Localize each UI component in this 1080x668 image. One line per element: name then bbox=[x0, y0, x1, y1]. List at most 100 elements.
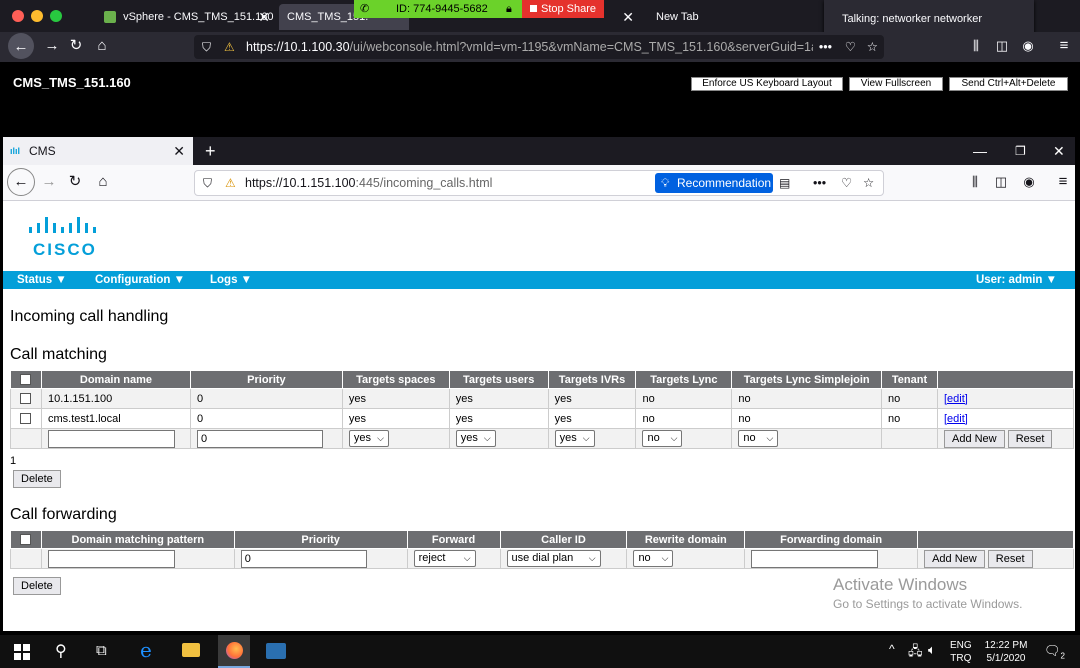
caller-id-select[interactable]: use dial plan ⌵ bbox=[506, 550, 601, 567]
firefox-taskbar-button[interactable] bbox=[218, 635, 250, 668]
stop-share-button[interactable]: Stop Share bbox=[522, 0, 604, 18]
select-all-checkbox[interactable] bbox=[20, 534, 32, 546]
enforce-keyboard-button[interactable]: Enforce US Keyboard Layout bbox=[691, 77, 843, 91]
priority-input[interactable]: 0 bbox=[196, 429, 323, 448]
menu-icon[interactable]: ≡ bbox=[1053, 165, 1073, 199]
delete-button[interactable]: Delete bbox=[13, 470, 61, 488]
library-icon[interactable]: ⫼ bbox=[966, 32, 986, 60]
column-header[interactable]: Targets IVRs bbox=[547, 370, 637, 389]
close-window-button[interactable] bbox=[12, 10, 24, 22]
search-icon[interactable]: ⚲ bbox=[55, 641, 67, 661]
bookmark-star-icon[interactable]: ☆ bbox=[863, 171, 874, 195]
menu-configuration[interactable]: Configuration ▼ bbox=[95, 271, 185, 289]
task-view-icon[interactable]: ⧉ bbox=[96, 642, 107, 659]
edit-link[interactable]: [edit] bbox=[944, 413, 968, 425]
minimize-window-button[interactable] bbox=[31, 10, 43, 22]
back-icon[interactable]: ← bbox=[8, 33, 34, 59]
close-icon[interactable]: ✕ bbox=[1053, 137, 1065, 165]
minimize-icon[interactable]: — bbox=[973, 137, 987, 165]
forward-icon[interactable]: → bbox=[42, 32, 62, 60]
chevron-up-icon[interactable]: ^ bbox=[889, 642, 895, 656]
user-menu[interactable]: User: admin ▼ bbox=[976, 271, 1057, 289]
home-icon[interactable]: ⌂ bbox=[93, 165, 113, 199]
priority-input[interactable]: 0 bbox=[240, 549, 367, 568]
recommendation-button[interactable]: 💡︎ Recommendation bbox=[655, 173, 773, 193]
edit-link[interactable]: [edit] bbox=[944, 393, 968, 405]
column-header[interactable]: Priority bbox=[233, 530, 408, 549]
windows-start-icon[interactable] bbox=[14, 644, 30, 660]
close-tab-icon[interactable]: ✕ bbox=[173, 137, 185, 165]
account-icon[interactable]: ◉ bbox=[1019, 165, 1039, 199]
network-icon[interactable]: 🖧︎ bbox=[908, 642, 923, 664]
library-icon[interactable]: ⫼ bbox=[965, 165, 985, 199]
file-explorer-icon[interactable] bbox=[182, 643, 200, 657]
outer-tab-newtab[interactable]: New Tab bbox=[648, 4, 828, 30]
menu-icon[interactable]: ≡ bbox=[1054, 32, 1074, 60]
column-header[interactable]: Forward bbox=[406, 530, 501, 549]
reader-view-icon[interactable]: ▤ bbox=[779, 171, 790, 195]
forwarding-domain-input[interactable] bbox=[751, 549, 879, 568]
rewrite-domain-select[interactable]: no ⌵ bbox=[633, 550, 674, 567]
reload-icon[interactable]: ↻ bbox=[66, 32, 86, 60]
sidebar-icon[interactable]: ◫ bbox=[991, 165, 1011, 199]
column-header[interactable]: Caller ID bbox=[499, 530, 628, 549]
reset-button[interactable]: Reset bbox=[1007, 429, 1053, 448]
edge-icon[interactable]: e bbox=[140, 638, 152, 662]
domain-pattern-input[interactable] bbox=[47, 549, 175, 568]
targets-lync-simplejoin-select[interactable]: no ⌵ bbox=[738, 430, 779, 447]
delete-button[interactable]: Delete bbox=[13, 577, 61, 595]
home-icon[interactable]: ⌂ bbox=[92, 32, 112, 60]
column-header[interactable]: Tenant bbox=[881, 370, 938, 389]
clock[interactable]: 12:22 PM 5/1/2020 bbox=[978, 639, 1034, 665]
column-header[interactable]: Priority bbox=[189, 370, 343, 389]
outer-url-bar[interactable]: ⛉ ⚠ https://10.1.100.30/ui/webconsole.ht… bbox=[194, 35, 884, 59]
close-tab-icon[interactable]: ✕ bbox=[258, 4, 270, 30]
inner-url-bar[interactable]: ⛉ ⚠ https://10.1.151.100:445/incoming_ca… bbox=[194, 170, 884, 196]
page-actions-icon[interactable]: ••• bbox=[812, 35, 832, 59]
add-new-button[interactable]: Add New bbox=[924, 549, 985, 568]
send-ctrl-alt-delete-button[interactable]: Send Ctrl+Alt+Delete bbox=[949, 77, 1068, 91]
bookmark-star-icon[interactable]: ☆ bbox=[866, 35, 878, 59]
zoom-window-button[interactable] bbox=[50, 10, 62, 22]
reset-button[interactable]: Reset bbox=[987, 549, 1033, 568]
add-new-button[interactable]: Add New bbox=[943, 429, 1005, 448]
domain-name-input[interactable] bbox=[47, 429, 175, 448]
targets-users-select[interactable]: yes ⌵ bbox=[455, 430, 496, 447]
pocket-icon[interactable]: ♡ bbox=[841, 171, 852, 195]
outer-tab-vsphere[interactable]: vSphere - CMS_TMS_151.160 ✕ bbox=[96, 4, 276, 30]
targets-ivrs-select[interactable]: yes ⌵ bbox=[554, 430, 595, 447]
targets-lync-select[interactable]: no ⌵ bbox=[642, 430, 683, 447]
pocket-icon[interactable]: ♡ bbox=[844, 35, 856, 59]
close-tab-icon[interactable]: ✕ bbox=[622, 4, 634, 30]
account-icon[interactable]: ◉ bbox=[1018, 32, 1038, 60]
notifications-icon[interactable]: 🗨︎2 bbox=[1044, 643, 1065, 661]
row-checkbox[interactable] bbox=[20, 393, 32, 405]
menu-status[interactable]: Status ▼ bbox=[17, 271, 67, 289]
column-header[interactable]: Domain name bbox=[40, 370, 191, 389]
forward-select[interactable]: reject ⌵ bbox=[413, 550, 476, 567]
reload-icon[interactable]: ↻ bbox=[65, 165, 85, 199]
page-actions-icon[interactable]: ••• bbox=[813, 171, 826, 195]
column-header[interactable]: Targets users bbox=[448, 370, 549, 389]
new-tab-icon[interactable]: + bbox=[205, 137, 216, 165]
column-header[interactable]: Rewrite domain bbox=[626, 530, 746, 549]
remote-desktop-icon[interactable] bbox=[266, 643, 286, 659]
back-icon[interactable]: ← bbox=[7, 168, 35, 196]
outer-tab-close-cms[interactable]: ✕ bbox=[610, 4, 640, 30]
select-all-checkbox[interactable] bbox=[20, 374, 32, 386]
restore-icon[interactable]: ❐ bbox=[1015, 137, 1026, 165]
view-fullscreen-button[interactable]: View Fullscreen bbox=[849, 77, 943, 91]
column-header[interactable]: Targets Lync Simplejoin bbox=[731, 370, 883, 389]
language-indicator[interactable]: ENG TRQ bbox=[950, 639, 972, 665]
volume-muted-icon[interactable]: 🔈︎ bbox=[928, 642, 936, 658]
sidebar-icon[interactable]: ◫ bbox=[992, 32, 1012, 60]
column-header[interactable]: Forwarding domain bbox=[744, 530, 919, 549]
targets-spaces-select[interactable]: yes ⌵ bbox=[348, 430, 389, 447]
column-header[interactable]: Targets spaces bbox=[341, 370, 450, 389]
forward-icon[interactable]: → bbox=[39, 165, 59, 199]
row-checkbox[interactable] bbox=[20, 413, 32, 425]
menu-logs[interactable]: Logs ▼ bbox=[210, 271, 252, 289]
column-header[interactable]: Domain matching pattern bbox=[40, 530, 235, 549]
column-header[interactable]: Targets Lync bbox=[635, 370, 733, 389]
inner-tab-cms[interactable]: ılıl CMS ✕ bbox=[3, 137, 193, 165]
